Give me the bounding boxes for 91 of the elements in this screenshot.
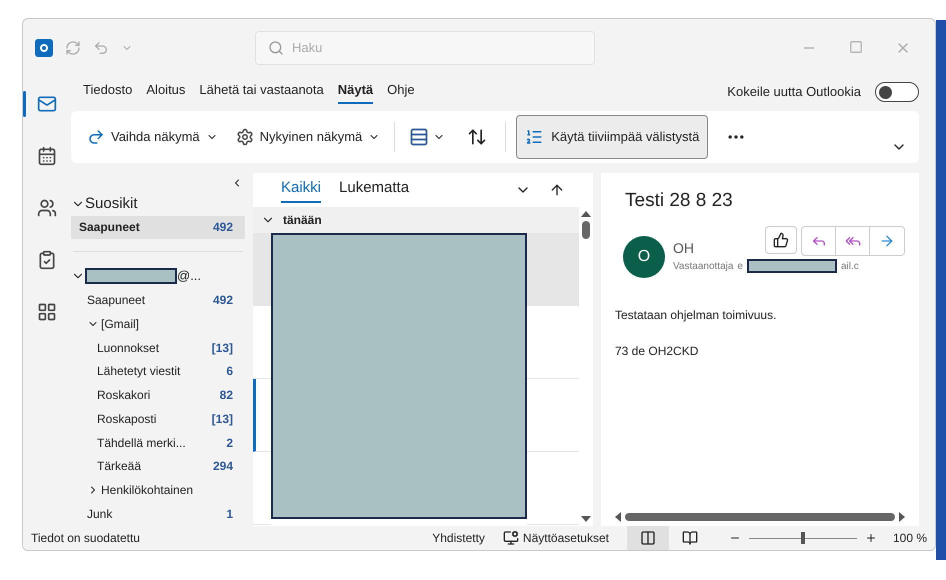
folder-label: Saapuneet [79,219,141,236]
recipient-address: e [737,260,743,274]
unread-count: 2 [226,434,233,452]
folder-item[interactable]: Henkilökohtainen [71,478,245,502]
account-header[interactable]: @... [71,264,245,288]
folder-item[interactable]: Roskakori 82 [71,383,245,407]
folder-item[interactable]: Tärkeää 294 [71,454,245,478]
folder-item[interactable]: Roskaposti [13] [71,407,245,431]
mail-icon [37,94,57,114]
sender-avatar: O [623,236,665,278]
folder-label: Tähdellä merki... [97,434,187,452]
forward-icon [879,232,895,248]
menu-tab[interactable]: Näytä [338,80,374,104]
people-icon [37,198,57,218]
sender-name: OH [673,238,695,258]
thumbs-up-icon [773,232,789,248]
button-label: Näyttöasetukset [522,530,609,547]
ribbon-dropdown-button[interactable]: Nykyinen näkymä [232,121,384,153]
folder-item[interactable]: Saapuneet 492 [71,288,245,312]
date-group-header[interactable]: tänään [253,207,579,233]
unread-count: 1 [226,506,233,524]
folder-label: Roskakori [97,387,152,404]
unread-count: [13] [212,410,233,428]
folder-item[interactable]: Lähetetyt viestit 6 [71,359,245,384]
search-icon [268,40,284,56]
folder-item[interactable]: [Gmail] [71,312,245,336]
filter-tab[interactable]: Kaikki [281,176,322,204]
message-body-text: 73 de OH2CKD [615,342,700,360]
layout-icon [409,127,430,147]
search-input[interactable]: Haku [292,38,572,58]
folder-item[interactable]: Tähdellä merki... 2 [71,430,245,455]
filter-status: Tiedot on suodatettu [31,530,140,547]
recipient-address: ail.c [840,260,859,274]
account-suffix: @... [177,267,202,286]
folder-label: Roskaposti [97,410,158,428]
unread-count: 492 [212,292,233,309]
folder-item[interactable]: Junk 1 [71,502,245,526]
display-settings-button[interactable]: Näyttöasetukset [502,529,609,547]
connection-status: Yhdistetty [432,530,485,547]
menu-tab[interactable]: Ohje [387,80,415,104]
favorites-header[interactable]: Suosikit [71,193,245,216]
group-label: tänään [283,212,322,229]
curved-arrow-icon [87,128,105,146]
folder-item[interactable]: Luonnokset [13] [71,336,245,360]
button-label: Vaihda näkymä [111,128,200,146]
section-label: Suosikit [85,194,138,214]
folder-label: Lähetetyt viestit [97,363,182,380]
folder-label: [Gmail] [101,316,140,333]
message-row-edge[interactable] [253,379,271,452]
outlook-logo-icon [35,39,53,57]
recipient-label: Vastaanottaja [673,260,734,274]
toggle-switch[interactable] [875,82,919,102]
unread-count: 6 [226,363,233,380]
filter-tab[interactable]: Lukematta [339,176,410,204]
ribbon-dropdown-button[interactable]: Vaihda näkymä [83,121,222,153]
monitor-icon [502,530,519,546]
tasks-icon [37,250,57,270]
menu-tab[interactable]: Tiedosto [83,80,132,104]
folder-label: Saapuneet [87,292,146,309]
message-subject: Testi 28 8 23 [625,189,734,213]
message-body-text: Testataan ohjelman toimivuus. [615,306,778,324]
folder-label: Tärkeää [97,458,142,476]
unread-count: 82 [220,387,233,404]
button-label: Käytä tiiviimpää välistystä [551,128,700,146]
zoom-in-icon[interactable] [864,532,877,544]
compact-spacing-button[interactable]: Käytä tiiviimpää välistystä [516,115,708,159]
columns-icon [640,530,656,546]
view-button[interactable] [626,526,669,550]
calendar-icon [37,146,57,166]
folder-label: Henkilökohtainen [101,482,194,500]
zoom-slider[interactable] [748,532,857,544]
menu-tab[interactable]: Lähetä tai vastaanota [199,80,324,104]
sort-icon [467,127,488,147]
unread-count: [13] [212,340,233,356]
search-field[interactable]: Haku [255,31,595,65]
unread-count: 492 [212,219,233,236]
spacing-icon [525,128,544,146]
book-icon [682,530,698,546]
toggle-label: Kokeile uutta Outlookia [727,83,861,102]
sort-direction-icon[interactable] [549,182,565,198]
button-label: Nykyinen näkymä [260,128,362,146]
zoom-level: 100 % [892,530,927,547]
gear-icon [236,128,254,146]
zoom-thumb[interactable] [800,532,805,544]
folder-label: Junk [87,506,114,524]
folder-item[interactable]: Saapuneet 492 [71,216,245,240]
like-button[interactable] [765,226,797,254]
unread-count: 294 [212,458,233,476]
menu-tab[interactable]: Aloitus [146,80,186,104]
apps-icon [37,302,57,322]
folder-label: Luonnokset [97,340,160,356]
